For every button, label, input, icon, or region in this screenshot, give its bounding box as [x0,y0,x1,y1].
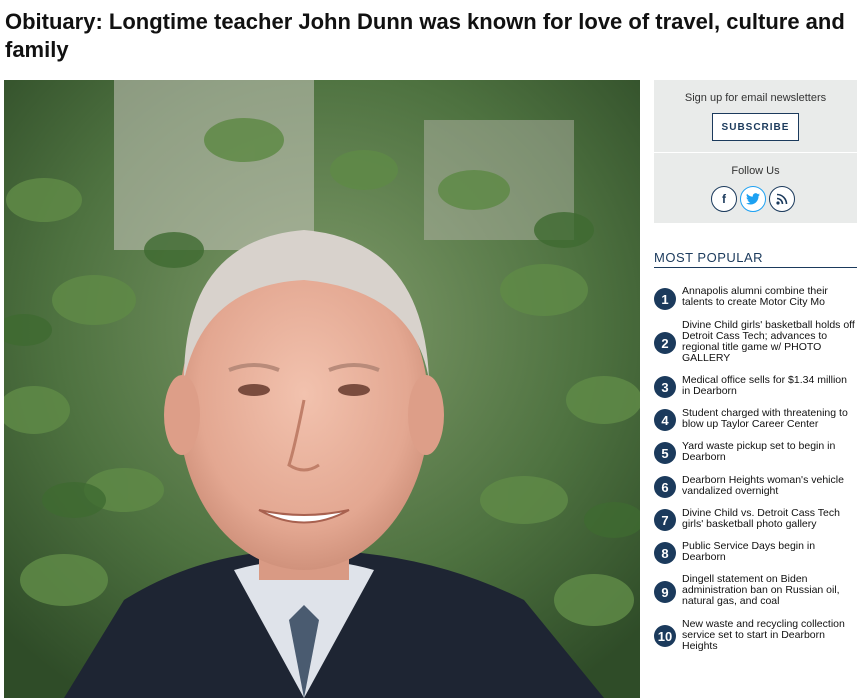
list-item-link[interactable]: New waste and recycling collection servi… [682,619,858,652]
newsletter-box: Sign up for email newsletters SUBSCRIBE … [654,80,857,223]
twitter-icon[interactable] [740,186,766,212]
list-item-link[interactable]: Divine Child girls' basketball holds off… [682,320,858,364]
rank-badge: 6 [654,476,676,498]
portrait-image [4,80,640,698]
rank-badge: 5 [654,442,676,464]
list-item-link[interactable]: Annapolis alumni combine their talents t… [682,286,858,308]
newsletter-label: Sign up for email newsletters [684,92,827,104]
most-popular: MOST POPULAR 1 Annapolis alumni combine … [654,250,857,652]
rank-badge: 2 [654,332,676,354]
facebook-icon[interactable]: f [711,186,737,212]
rank-badge: 7 [654,509,676,531]
facebook-glyph: f [722,192,726,206]
social-links: f [711,186,801,212]
follow-label: Follow Us [731,165,780,177]
rank-badge: 9 [654,581,676,603]
list-item-link[interactable]: Dearborn Heights woman's vehicle vandali… [682,475,858,497]
twitter-bird-icon [746,193,760,205]
subscribe-button[interactable]: SUBSCRIBE [712,113,799,141]
rss-glyph [776,193,788,205]
list-item-link[interactable]: Dingell statement on Biden administratio… [682,574,858,607]
article-headline: Obituary: Longtime teacher John Dunn was… [5,9,845,62]
rank-badge: 8 [654,542,676,564]
list-item-link[interactable]: Yard waste pickup set to begin in Dearbo… [682,441,858,463]
list-item-link[interactable]: Medical office sells for $1.34 million i… [682,375,858,397]
rank-badge: 3 [654,376,676,398]
list-item-link[interactable]: Divine Child vs. Detroit Cass Tech girls… [682,508,858,530]
rss-icon[interactable] [769,186,795,212]
rank-badge: 10 [654,625,676,647]
rank-badge: 4 [654,409,676,431]
list-item-link[interactable]: Student charged with threatening to blow… [682,408,858,430]
rank-badge: 1 [654,288,676,310]
most-popular-title: MOST POPULAR [654,250,857,268]
list-item-link[interactable]: Public Service Days begin in Dearborn [682,541,858,563]
obituary-photo[interactable] [4,80,640,698]
divider [654,152,857,153]
